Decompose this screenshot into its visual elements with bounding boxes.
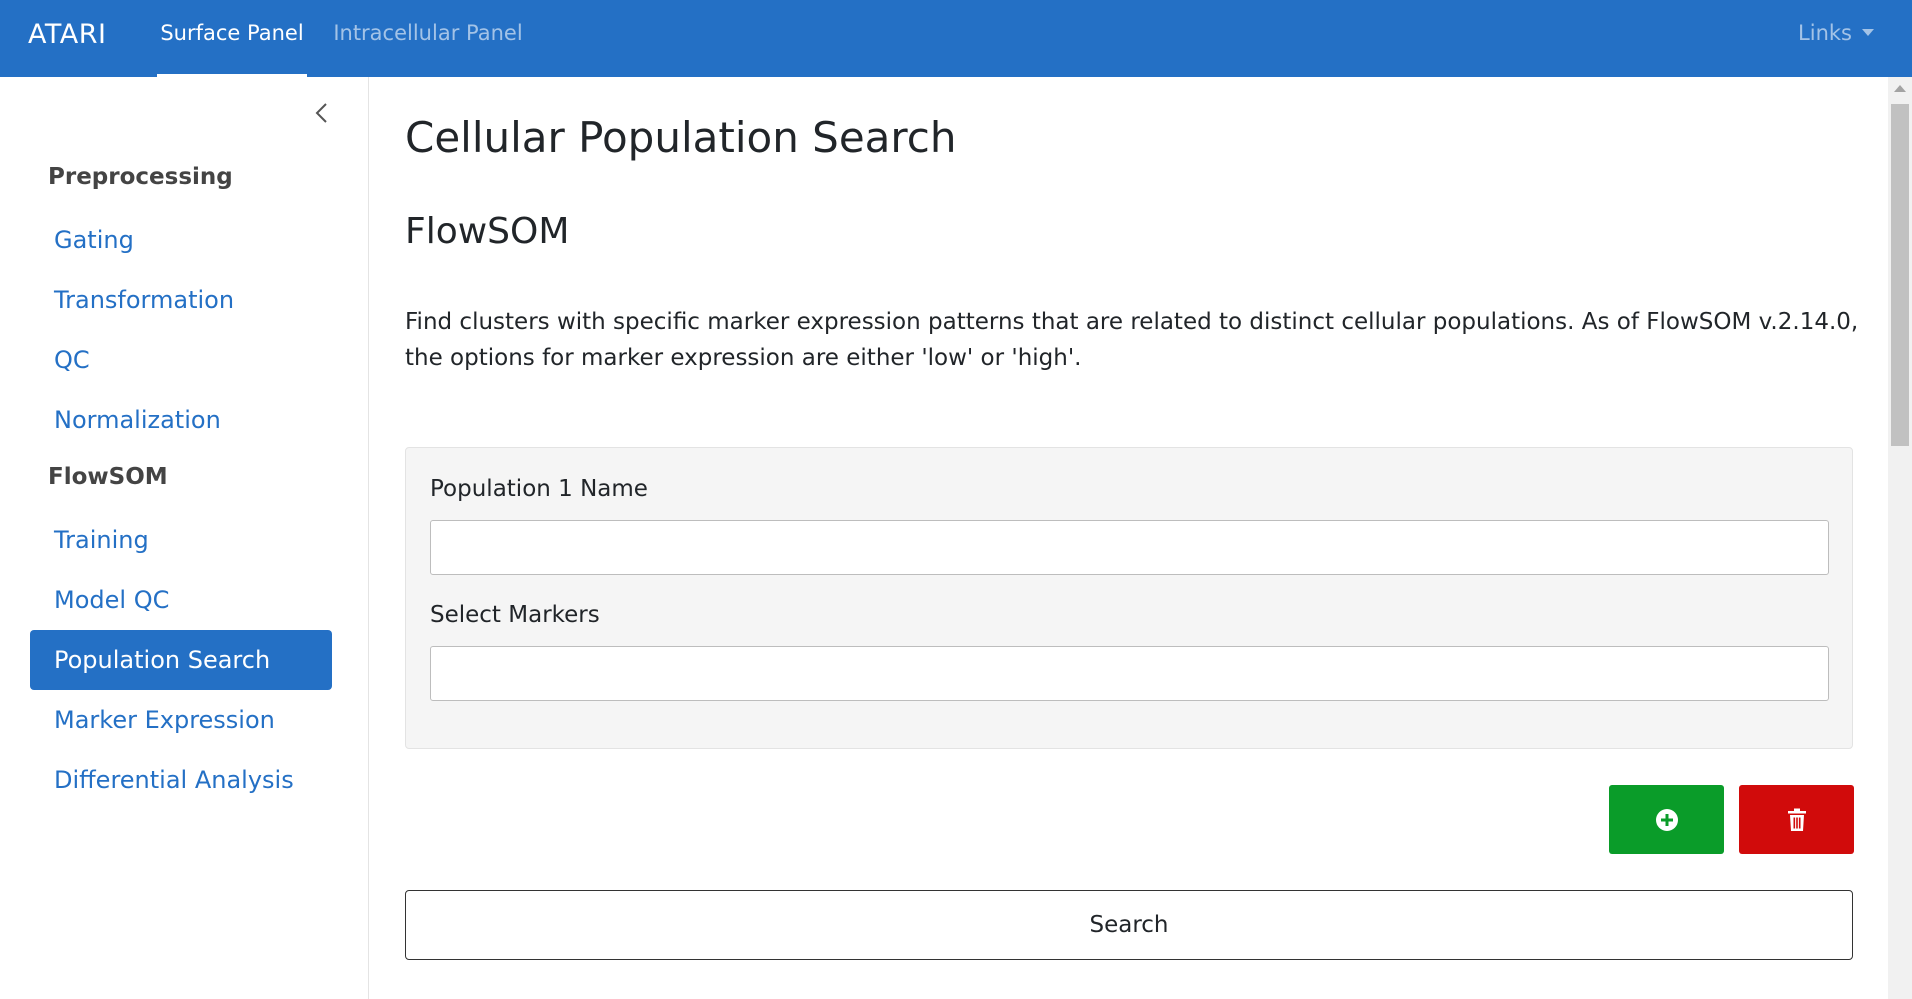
sidebar-item-transformation[interactable]: Transformation xyxy=(30,270,332,330)
sidebar: Preprocessing Gating Transformation QC N… xyxy=(0,77,369,999)
top-navbar: ATARI Surface Panel Intracellular Panel … xyxy=(0,0,1912,77)
sidebar-item-gating[interactable]: Gating xyxy=(30,210,332,270)
add-population-button[interactable] xyxy=(1609,785,1724,854)
brand-logo[interactable]: ATARI xyxy=(28,0,106,77)
sidebar-section-flowsom: FlowSOM xyxy=(48,464,168,490)
main-content: Cellular Population Search FlowSOM Find … xyxy=(370,77,1888,999)
tab-intracellular-panel[interactable]: Intracellular Panel xyxy=(328,0,528,77)
sidebar-item-training[interactable]: Training xyxy=(30,510,332,570)
population-form-panel: Population 1 Name Select Markers xyxy=(405,447,1853,749)
sidebar-item-population-search[interactable]: Population Search xyxy=(30,630,332,690)
tab-surface-panel[interactable]: Surface Panel xyxy=(157,0,307,77)
links-label: Links xyxy=(1798,21,1852,45)
select-markers-input[interactable] xyxy=(430,646,1829,701)
sidebar-item-model-qc[interactable]: Model QC xyxy=(30,570,332,630)
sidebar-item-marker-expression[interactable]: Marker Expression xyxy=(30,690,332,750)
sidebar-item-qc[interactable]: QC xyxy=(30,330,332,390)
plus-circle-icon xyxy=(1655,808,1678,831)
sidebar-section-preprocessing: Preprocessing xyxy=(48,164,233,190)
collapse-sidebar-button[interactable] xyxy=(307,98,337,128)
population-name-label: Population 1 Name xyxy=(430,476,648,502)
chevron-left-icon xyxy=(315,103,327,123)
sidebar-item-differential-analysis[interactable]: Differential Analysis xyxy=(30,750,332,810)
delete-population-button[interactable] xyxy=(1739,785,1854,854)
links-dropdown[interactable]: Links xyxy=(1798,0,1874,77)
trash-icon xyxy=(1787,808,1806,831)
section-title: FlowSOM xyxy=(405,211,570,252)
page-title: Cellular Population Search xyxy=(405,113,957,162)
description-text: Find clusters with specific marker expre… xyxy=(405,309,1859,371)
search-button[interactable]: Search xyxy=(405,890,1853,960)
caret-down-icon xyxy=(1862,29,1874,36)
select-markers-label: Select Markers xyxy=(430,602,600,628)
sidebar-item-normalization[interactable]: Normalization xyxy=(30,390,332,450)
scrollbar-thumb[interactable] xyxy=(1891,104,1909,446)
page-scrollbar[interactable] xyxy=(1888,77,1912,999)
population-name-input[interactable] xyxy=(430,520,1829,575)
scroll-up-arrow-icon[interactable] xyxy=(1894,85,1906,92)
